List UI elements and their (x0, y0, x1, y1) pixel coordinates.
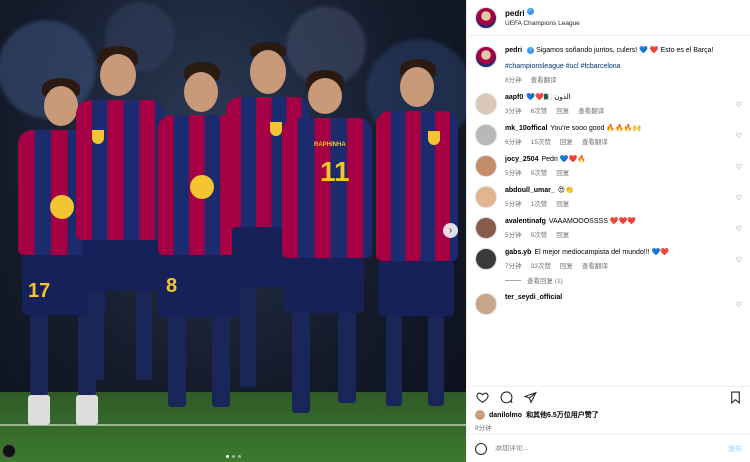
comment-text: 😍👏 (557, 187, 574, 194)
heart-icon[interactable]: ♡ (736, 163, 742, 171)
comment-row: gabs.yb El mejor mediocampista del mundo!… (475, 248, 742, 270)
comment-translate[interactable]: 查看翻译 (582, 260, 608, 270)
post-button[interactable]: 发布 (728, 444, 742, 454)
comment-composer: 发布 (467, 434, 750, 462)
captain-name: RAPHINHA (314, 142, 346, 148)
carousel-indicator (0, 455, 466, 458)
commenter-avatar[interactable] (475, 93, 497, 115)
comment-time: 7分钟 (505, 263, 522, 270)
commenter-avatar[interactable] (475, 293, 497, 315)
comments-list[interactable]: pedri ✓ Sigamos soñando juntos, culers! 💙… (467, 36, 750, 386)
player-number: 8 (166, 275, 178, 297)
comment-reply[interactable]: 回复 (560, 136, 573, 146)
heart-icon[interactable]: ♡ (736, 225, 742, 233)
comment-reply[interactable]: 回复 (560, 260, 573, 270)
caption-translate[interactable]: 查看翻译 (531, 74, 557, 84)
comment-username[interactable]: abdoull_umar_ (505, 187, 555, 194)
chevron-right-icon: › (448, 225, 453, 236)
comment-username[interactable]: ter_seydi_official (505, 294, 562, 301)
comment-text: VAAAMOOOSSSS ❤️❤️❤️ (548, 218, 636, 225)
commenter-avatar[interactable] (475, 217, 497, 239)
comment-reply[interactable]: 回复 (556, 198, 569, 208)
caption-time: 8分钟 (505, 77, 522, 84)
bookmark-icon[interactable] (728, 391, 742, 405)
comment-reply[interactable]: 回复 (556, 167, 569, 177)
heart-icon[interactable]: ♡ (736, 256, 742, 264)
author-username[interactable]: pedri (505, 9, 525, 18)
comment-username[interactable]: avalentinafg (505, 218, 546, 225)
likes-user[interactable]: danilolmo (489, 412, 522, 419)
comment-row: mk_10offical You're sooo good 🔥🔥🔥🙌 6分钟 15… (475, 124, 742, 146)
post-header: pedri ✓ UEFA Champions League (467, 0, 750, 36)
comment-translate[interactable]: 查看翻译 (578, 105, 604, 115)
comment-icon[interactable] (499, 391, 513, 405)
caption: pedri ✓ Sigamos soñando juntos, culers! 💙… (475, 46, 742, 84)
likes-summary[interactable]: danilolmo 和其他6.5万位用户赞了 (467, 408, 750, 420)
liker-avatar (475, 410, 485, 420)
comment-row: abdoull_umar_ 😍👏 5分钟 1次赞 回复 ♡ (475, 186, 742, 208)
commenter-avatar[interactable] (475, 155, 497, 177)
verified-icon: ✓ (526, 7, 534, 15)
heart-icon[interactable] (475, 391, 489, 405)
comment-text: 💙❤️🇩🇿 الذون (526, 94, 571, 101)
caption-username[interactable]: pedri (505, 47, 522, 54)
comment-time: 5分钟 (505, 232, 522, 239)
commenter-avatar[interactable] (475, 248, 497, 270)
comment-likes[interactable]: 9次赞 (531, 167, 548, 177)
next-photo-button[interactable]: › (443, 223, 458, 238)
player-number: 11 (320, 156, 350, 187)
comment-reply[interactable]: 回复 (556, 229, 569, 239)
comment-row: jocy_2504 Pedri 💙❤️🔥 5分钟 9次赞 回复 ♡ (475, 155, 742, 177)
view-replies[interactable]: 查看回复 (1) (505, 275, 742, 285)
caption-hashtags[interactable]: #championsleague #ucl #fcbarcelona (505, 62, 742, 72)
tagged-user-icon[interactable] (2, 444, 16, 458)
comment-reply[interactable]: 回复 (556, 105, 569, 115)
commenter-avatar[interactable] (475, 124, 497, 146)
emoji-icon[interactable] (475, 442, 487, 455)
player-11: RAPHINHA 11 (270, 70, 380, 440)
comment-time: 3分钟 (505, 108, 522, 115)
comment-translate[interactable]: 查看翻译 (582, 136, 608, 146)
comment-time: 5分钟 (505, 170, 522, 177)
heart-icon[interactable]: ♡ (736, 101, 742, 109)
comment-likes[interactable]: 1次赞 (531, 198, 548, 208)
post-time: 8分钟 (475, 425, 492, 432)
comment-time: 6分钟 (505, 139, 522, 146)
comment-text: You're sooo good 🔥🔥🔥🙌 (550, 125, 642, 132)
heart-icon[interactable]: ♡ (736, 132, 742, 140)
comment-text: El mejor mediocampista del mundo!!! 💙❤️ (534, 249, 669, 256)
comment-time: 5分钟 (505, 201, 522, 208)
comment-likes[interactable]: 15次赞 (531, 136, 551, 146)
comment-username[interactable]: mk_10offical (505, 125, 547, 132)
comment-likes[interactable]: 9次赞 (531, 229, 548, 239)
player-right (370, 55, 460, 440)
likes-rest: 和其他6.5万位用户赞了 (526, 412, 599, 419)
commenter-avatar[interactable] (475, 186, 497, 208)
post-photo[interactable]: 17 8 RAPHINHA 11 › (0, 0, 466, 462)
view-replies-label[interactable]: 查看回复 (1) (527, 275, 563, 285)
comment-username[interactable]: gabs.yb (505, 249, 531, 256)
heart-icon[interactable]: ♡ (736, 301, 742, 309)
comment-likes[interactable]: 33次赞 (531, 260, 551, 270)
comment-text: Pedri 💙❤️🔥 (541, 156, 586, 163)
caption-text: Sigamos soñando juntos, culers! 💙 ❤️ Est… (536, 47, 714, 54)
share-icon[interactable] (523, 391, 537, 405)
verified-icon: ✓ (527, 46, 535, 54)
comment-row: ter_seydi_official ♡ (475, 293, 742, 315)
post-sidebar: pedri ✓ UEFA Champions League pedri ✓ Siga… (466, 0, 750, 462)
comment-row: aapf0 💙❤️🇩🇿 الذون 3分钟 6次赞 回复 查看翻译 ♡ (475, 93, 742, 115)
player-number: 17 (28, 280, 51, 302)
author-avatar[interactable] (475, 6, 497, 29)
comment-likes[interactable]: 6次赞 (531, 105, 548, 115)
comment-row: avalentinafg VAAAMOOOSSSS ❤️❤️❤️ 5分钟 9次赞 … (475, 217, 742, 239)
action-bar (467, 386, 750, 408)
comment-username[interactable]: aapf0 (505, 94, 523, 101)
comment-input[interactable] (495, 445, 720, 452)
author-avatar[interactable] (475, 46, 497, 68)
comment-username[interactable]: jocy_2504 (505, 156, 538, 163)
heart-icon[interactable]: ♡ (736, 194, 742, 202)
post-location[interactable]: UEFA Champions League (505, 19, 580, 29)
